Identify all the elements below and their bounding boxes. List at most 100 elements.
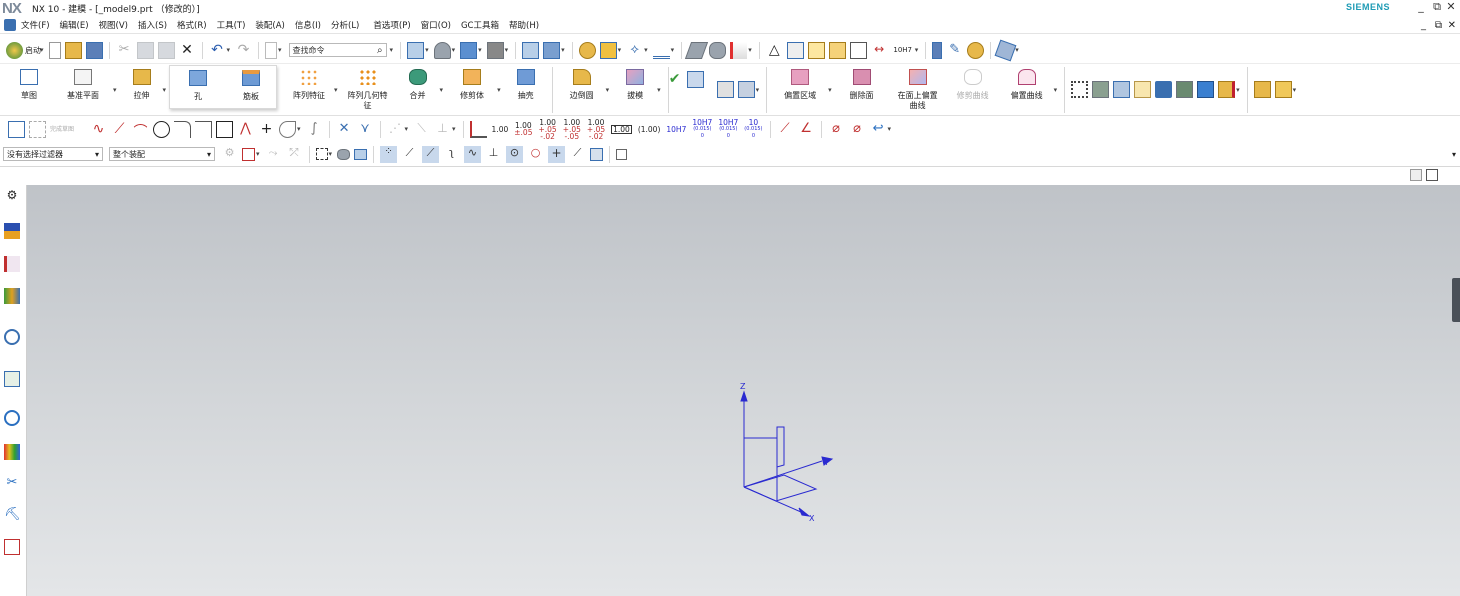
snap-midpoint-icon[interactable]: ⟋ [422, 145, 440, 163]
resize-face-icon[interactable] [716, 81, 734, 98]
roles-icon[interactable]: ✂ [4, 475, 20, 491]
move-object-icon[interactable] [599, 41, 617, 59]
check-icon[interactable]: ✔ [666, 71, 683, 88]
arc-icon[interactable]: ⌒ [132, 121, 149, 140]
sketch-small-icon[interactable] [8, 120, 25, 138]
roll-icon[interactable] [967, 41, 985, 59]
minimize-icon[interactable]: _ [1414, 0, 1428, 13]
web-browser-icon[interactable] [4, 539, 20, 555]
radius-dim-icon[interactable]: ⟋ [777, 121, 794, 138]
move-face-icon[interactable] [737, 81, 755, 98]
datum-plane-button[interactable]: 基准平面 [52, 65, 114, 115]
undo-icon[interactable]: ↶ [209, 42, 226, 59]
hole-button[interactable]: 孔 [170, 66, 226, 116]
search-icon[interactable]: ⌕ [377, 45, 383, 56]
show-hide-icon[interactable] [578, 41, 596, 59]
palette-icon[interactable] [4, 444, 20, 460]
menu-preferences[interactable]: 首选项(P) [373, 19, 410, 31]
background-icon[interactable] [486, 41, 504, 59]
block-icon[interactable] [1113, 81, 1131, 98]
table-note-icon[interactable] [828, 41, 846, 59]
menu-insert[interactable]: 插入(S) [138, 19, 167, 31]
return-icon[interactable]: ↩ [870, 121, 887, 138]
snap-center-icon[interactable]: ⊙ [506, 145, 524, 163]
sketch-button[interactable]: 草图 [6, 65, 52, 115]
extract-geometry-icon[interactable] [685, 41, 709, 59]
fit-format-4[interactable]: 10 (0.015) 0 [744, 118, 762, 140]
start-button[interactable]: 启动 [25, 45, 41, 56]
clock-icon[interactable] [4, 410, 20, 426]
note-icon[interactable] [849, 41, 867, 59]
snap-face-icon[interactable] [590, 147, 604, 161]
orient-view-icon[interactable] [460, 41, 478, 59]
diameter-b-icon[interactable]: ⌀ [849, 121, 866, 138]
draft-button[interactable]: 拔模 [612, 65, 658, 115]
snap-existing-point-icon[interactable]: + [548, 145, 566, 163]
menu-window[interactable]: 窗口(O) [421, 19, 451, 31]
save-icon[interactable] [85, 41, 103, 59]
tag-icon[interactable] [1134, 81, 1152, 98]
dim-format-5[interactable]: 1.00 +.05 -.02 [587, 118, 605, 140]
graphics-window[interactable]: Z Y X [27, 185, 1460, 596]
offset-curve-on-face-button[interactable]: 在面上偏置 曲线 [889, 65, 947, 115]
fit-view-icon[interactable] [407, 41, 425, 59]
snap-on-curve-icon[interactable]: ⟋ [569, 146, 586, 163]
offset-icon[interactable] [279, 120, 296, 138]
point-set-icon[interactable] [1071, 81, 1089, 98]
snap-intersection-icon[interactable]: ⊥ [485, 146, 502, 163]
gc-tool-icon[interactable] [1218, 81, 1236, 98]
snap-bounded-icon[interactable] [616, 148, 628, 160]
restore-icon[interactable]: ⧉ [1430, 0, 1444, 14]
system-materials-icon[interactable]: ⛏ [4, 507, 21, 523]
edit-table-icon[interactable] [807, 41, 825, 59]
gear-a-icon[interactable] [1253, 81, 1271, 98]
linear-dimension-icon[interactable]: ↔ [871, 42, 888, 59]
diameter-icon[interactable]: ⌀ [828, 121, 845, 138]
line-icon[interactable]: ⟋ [111, 121, 128, 138]
app-menu-icon[interactable] [4, 19, 16, 31]
delete-icon[interactable]: ✕ [179, 42, 196, 59]
mirror-curve-icon[interactable]: ∫ [306, 121, 323, 138]
trim-body-button[interactable]: 修剪体 [446, 65, 498, 115]
select-solid-icon[interactable] [354, 148, 368, 160]
doc-restore-icon[interactable]: ⧉ [1435, 20, 1442, 31]
assembly-navigator-icon[interactable] [4, 223, 20, 239]
menu-assembly[interactable]: 装配(A) [255, 19, 284, 31]
snap-point-icon[interactable]: ⟡ [626, 42, 643, 59]
menu-info[interactable]: 信息(I) [295, 19, 321, 31]
pattern-geometry-button[interactable]: 阵列几何特 征 [341, 65, 395, 115]
dim-format-3[interactable]: 1.00 +.05 -.02 [538, 118, 556, 140]
constraint-navigator-icon[interactable] [4, 256, 20, 272]
doc-minimize-icon[interactable]: _ [1421, 20, 1426, 31]
angular-dim-icon[interactable]: ∠ [798, 121, 815, 138]
scope-select[interactable]: 整个装配 ▾ [109, 147, 215, 161]
open-folder-icon[interactable] [64, 41, 82, 59]
doc-close-icon[interactable]: ✕ [1448, 20, 1456, 31]
dimension-icon[interactable] [469, 120, 487, 138]
rectangle-icon[interactable] [216, 120, 233, 138]
pattern-feature-button[interactable]: 阵列特征 [283, 65, 335, 115]
close-icon[interactable]: ✕ [1444, 0, 1458, 13]
start-dropdown-icon[interactable]: ▾ [40, 46, 44, 54]
new-file-icon[interactable] [48, 41, 61, 59]
render-style-icon[interactable] [433, 41, 451, 59]
menu-edit[interactable]: 编辑(E) [60, 19, 89, 31]
select-body-icon[interactable] [337, 148, 351, 160]
filter-icon[interactable] [994, 39, 1017, 61]
point-icon[interactable]: + [258, 121, 275, 138]
edit-section-icon[interactable] [543, 41, 561, 59]
edge-blend-button[interactable]: 边倒圆 [557, 65, 607, 115]
profile-icon[interactable]: ∿ [90, 121, 107, 138]
clip-section-icon[interactable] [522, 41, 540, 59]
chamfer-icon[interactable] [195, 120, 212, 138]
circle-icon[interactable] [153, 120, 170, 138]
fit-format-1[interactable]: 10H7 [666, 125, 686, 133]
pipe-icon[interactable] [1155, 81, 1173, 98]
layout-b-icon[interactable] [1426, 169, 1438, 181]
rectangle-select-icon[interactable] [315, 148, 328, 160]
snap-curve-icon[interactable]: ʅ [443, 146, 460, 163]
selection-bar-overflow-icon[interactable]: ▾ [1452, 150, 1456, 159]
delete-face-button[interactable]: 删除面 [835, 65, 889, 115]
dim-format-1[interactable]: 1.00 [492, 125, 509, 133]
part-navigator-side-icon[interactable] [4, 288, 20, 304]
